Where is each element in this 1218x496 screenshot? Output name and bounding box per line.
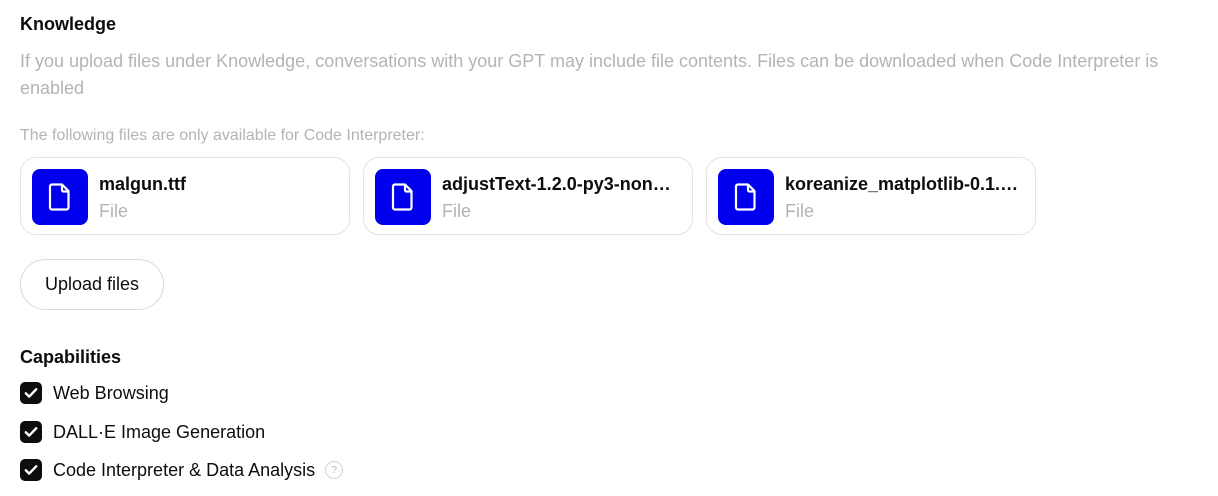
capabilities-title: Capabilities (20, 347, 122, 367)
file-card-koreanize-matplotlib[interactable]: koreanize_matplotlib-0.1.1-py3-none-any.… (706, 157, 1036, 235)
web-browsing-checkbox[interactable] (20, 382, 42, 404)
code-interpreter-checkbox[interactable] (20, 459, 42, 481)
file-icon (32, 169, 88, 225)
help-icon[interactable]: ? (325, 461, 344, 479)
capability-code-interpreter: Code Interpreter & Data Analysis ? (20, 458, 344, 482)
file-card-malgun[interactable]: malgun.ttf File (20, 157, 350, 235)
upload-files-button[interactable]: Upload files (20, 259, 164, 310)
capability-label: DALL·E Image Generation (53, 422, 266, 442)
file-name: adjustText-1.2.0-py3-none-any.whl (442, 174, 680, 194)
file-icon (718, 169, 774, 225)
capability-label: Code Interpreter & Data Analysis (53, 460, 316, 480)
checkmark-icon (24, 388, 38, 398)
file-type: File (442, 201, 472, 221)
file-icon (375, 169, 431, 225)
checkmark-icon (24, 465, 38, 475)
dalle-image-generation-checkbox[interactable] (20, 421, 42, 443)
file-type: File (99, 201, 129, 221)
file-name: koreanize_matplotlib-0.1.1-py3-none-any.… (785, 174, 1023, 194)
file-card-adjusttext[interactable]: adjustText-1.2.0-py3-none-any.whl File (363, 157, 693, 235)
capability-web-browsing: Web Browsing (20, 381, 169, 405)
capability-label: Web Browsing (53, 383, 169, 403)
knowledge-title: Knowledge (20, 14, 117, 34)
code-interpreter-files-note: The following files are only available f… (20, 127, 425, 144)
file-type: File (785, 201, 815, 221)
file-name: malgun.ttf (99, 174, 186, 194)
checkmark-icon (24, 427, 38, 437)
capability-dalle: DALL·E Image Generation (20, 420, 265, 444)
knowledge-description: If you upload files under Knowledge, con… (20, 51, 1159, 98)
